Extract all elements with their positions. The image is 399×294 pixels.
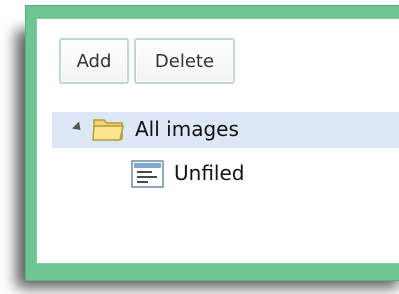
folder-icon [92, 119, 124, 141]
delete-button[interactable]: Delete [134, 38, 235, 84]
document-icon [131, 160, 164, 188]
tree-label-unfiled[interactable]: Unfiled [174, 161, 244, 185]
tree-label-all-images[interactable]: All images [135, 117, 239, 141]
add-button[interactable]: Add [59, 38, 129, 84]
